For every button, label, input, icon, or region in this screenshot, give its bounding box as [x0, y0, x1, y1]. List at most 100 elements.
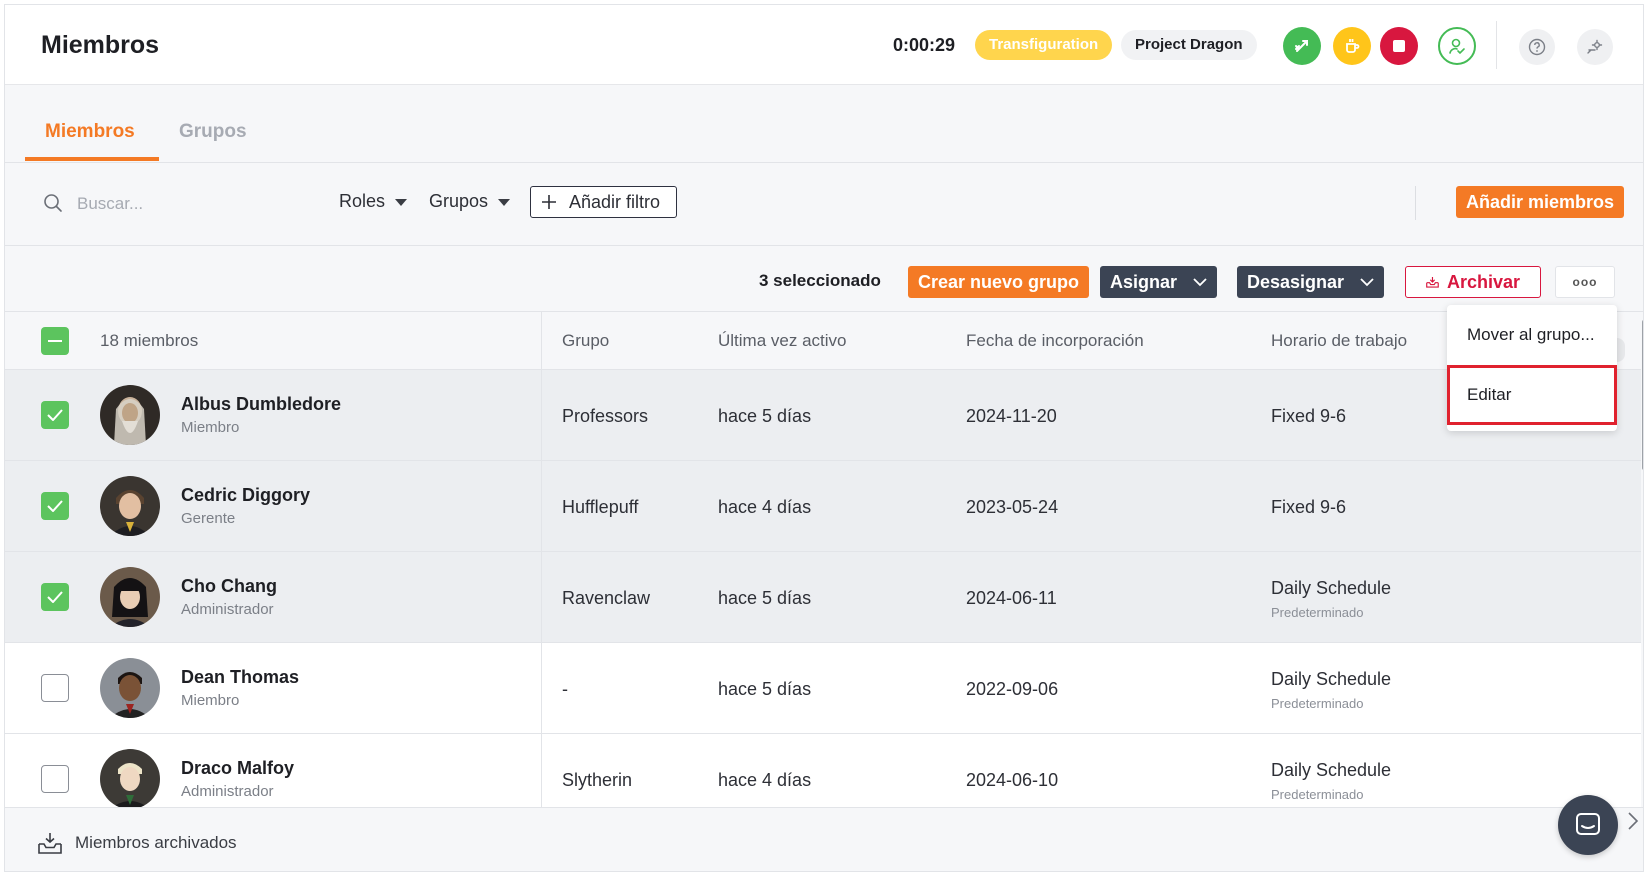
- unassign-label: Desasignar: [1247, 271, 1345, 292]
- row-checkbox[interactable]: [41, 765, 69, 793]
- select-all-checkbox[interactable]: [41, 327, 69, 355]
- member-last-active: hace 5 días: [718, 406, 812, 426]
- filter-divider: [1415, 186, 1416, 220]
- member-name[interactable]: Dean Thomas: [181, 667, 299, 688]
- break-button[interactable]: [1333, 27, 1371, 65]
- switch-task-button[interactable]: [1283, 27, 1321, 65]
- minus-icon: [48, 340, 62, 342]
- unassign-button[interactable]: Desasignar: [1237, 266, 1385, 298]
- row-checkbox[interactable]: [41, 674, 69, 702]
- stop-button[interactable]: [1380, 27, 1418, 65]
- filter-bar: Roles Grupos Añadir filtro Añadir miembr…: [5, 163, 1643, 246]
- column-header-last-active[interactable]: Última vez activo: [718, 331, 846, 351]
- table-header: 18 miembros Grupo Última vez activo Fech…: [5, 312, 1641, 370]
- settings-button[interactable]: [1577, 29, 1613, 65]
- help-button[interactable]: [1519, 29, 1555, 65]
- column-divider: [541, 643, 542, 733]
- menu-item-edit[interactable]: Editar: [1447, 365, 1617, 425]
- timer-display: 0:00:29: [893, 35, 956, 55]
- avatar: [100, 658, 160, 718]
- member-schedule: Daily Schedule: [1271, 669, 1392, 689]
- archive-icon: [1426, 276, 1439, 288]
- tab-members[interactable]: Miembros: [45, 121, 135, 143]
- member-last-active: hace 4 días: [718, 497, 812, 517]
- more-actions-button[interactable]: ooo: [1555, 266, 1615, 298]
- more-actions-menu: Mover al grupo... Editar: [1447, 305, 1617, 431]
- chat-icon: [1576, 813, 1600, 835]
- project-badge[interactable]: Project Dragon: [1121, 30, 1257, 60]
- member-group: Ravenclaw: [562, 588, 651, 608]
- member-role: Miembro: [181, 692, 240, 709]
- menu-item-move-to-group[interactable]: Mover al grupo...: [1447, 305, 1617, 365]
- avatar: [100, 385, 160, 445]
- member-joined: 2023-05-24: [966, 497, 1059, 517]
- member-schedule-default: Predeterminado: [1271, 696, 1364, 711]
- tab-bar: Miembros Grupos: [5, 85, 1643, 163]
- members-table: 18 miembros Grupo Última vez activo Fech…: [5, 312, 1641, 825]
- member-group: Slytherin: [562, 770, 633, 790]
- member-group: Professors: [562, 406, 649, 426]
- table-row[interactable]: Cho Chang Administrador Ravenclaw hace 5…: [5, 552, 1641, 643]
- member-schedule-default: Predeterminado: [1271, 605, 1364, 620]
- coffee-icon: [1346, 39, 1360, 53]
- chevron-down-icon: [1360, 278, 1374, 287]
- member-count: 18 miembros: [100, 331, 199, 350]
- stop-icon: [1393, 40, 1405, 52]
- active-tab-indicator: [25, 157, 159, 161]
- table-row[interactable]: Albus Dumbledore Miembro Professors hace…: [5, 370, 1641, 461]
- table-row[interactable]: Cedric Diggory Gerente Hufflepuff hace 4…: [5, 461, 1641, 552]
- member-schedule: Fixed 9-6: [1271, 406, 1347, 426]
- check-icon: [47, 591, 63, 603]
- table-row[interactable]: Dean Thomas Miembro - hace 5 días 2022-0…: [5, 643, 1641, 734]
- member-schedule: Daily Schedule: [1271, 760, 1392, 780]
- member-role: Administrador: [181, 601, 274, 618]
- member-name[interactable]: Albus Dumbledore: [181, 394, 341, 415]
- gear-icon: [1587, 39, 1603, 54]
- add-filter-button[interactable]: Añadir filtro: [530, 186, 678, 218]
- chevron-right-icon[interactable]: [1627, 811, 1639, 831]
- groups-dropdown[interactable]: Grupos: [429, 191, 511, 212]
- archive-tray-icon: [38, 833, 62, 854]
- column-header-group[interactable]: Grupo: [562, 331, 609, 351]
- archive-button[interactable]: Archivar: [1405, 266, 1541, 298]
- member-name[interactable]: Draco Malfoy: [181, 758, 294, 779]
- member-name[interactable]: Cedric Diggory: [181, 485, 310, 506]
- chat-widget-button[interactable]: [1558, 795, 1618, 855]
- task-badge[interactable]: Transfiguration: [975, 30, 1113, 60]
- top-header: Miembros 0:00:29 Transfiguration Project…: [5, 5, 1643, 85]
- archive-label: Archivar: [1446, 271, 1520, 292]
- row-checkbox[interactable]: [41, 583, 69, 611]
- avatar: [100, 476, 160, 536]
- help-icon: [1528, 38, 1546, 56]
- member-group: -: [562, 679, 568, 699]
- member-last-active: hace 4 días: [718, 770, 812, 790]
- scrollbar[interactable]: [1642, 320, 1643, 470]
- search-icon: [44, 194, 62, 212]
- status-button[interactable]: [1438, 27, 1476, 65]
- column-header-schedule[interactable]: Horario de trabajo: [1271, 331, 1407, 351]
- row-checkbox[interactable]: [41, 401, 69, 429]
- header-divider: [1496, 21, 1497, 69]
- row-checkbox[interactable]: [41, 492, 69, 520]
- member-joined: 2024-06-10: [966, 770, 1059, 790]
- member-role: Miembro: [181, 419, 240, 436]
- groups-label: Grupos: [429, 191, 489, 211]
- column-header-joined[interactable]: Fecha de incorporación: [966, 331, 1144, 351]
- caret-down-icon: [498, 199, 511, 206]
- tab-groups[interactable]: Grupos: [179, 121, 247, 143]
- create-group-button[interactable]: Crear nuevo grupo: [908, 266, 1090, 298]
- archived-members-link[interactable]: Miembros archivados: [75, 833, 237, 853]
- check-icon: [47, 409, 63, 421]
- assign-label: Asignar: [1110, 271, 1178, 292]
- search-input[interactable]: [77, 189, 297, 219]
- app-window: Miembros 0:00:29 Transfiguration Project…: [4, 4, 1644, 872]
- user-status-icon: [1449, 38, 1465, 55]
- member-name[interactable]: Cho Chang: [181, 576, 277, 597]
- assign-button[interactable]: Asignar: [1100, 266, 1218, 298]
- roles-dropdown[interactable]: Roles: [339, 191, 408, 212]
- column-divider: [541, 461, 542, 551]
- add-members-button[interactable]: Añadir miembros: [1456, 186, 1625, 218]
- member-joined: 2022-09-06: [966, 679, 1059, 699]
- add-filter-label: Añadir filtro: [569, 191, 661, 212]
- member-role: Administrador: [181, 783, 274, 800]
